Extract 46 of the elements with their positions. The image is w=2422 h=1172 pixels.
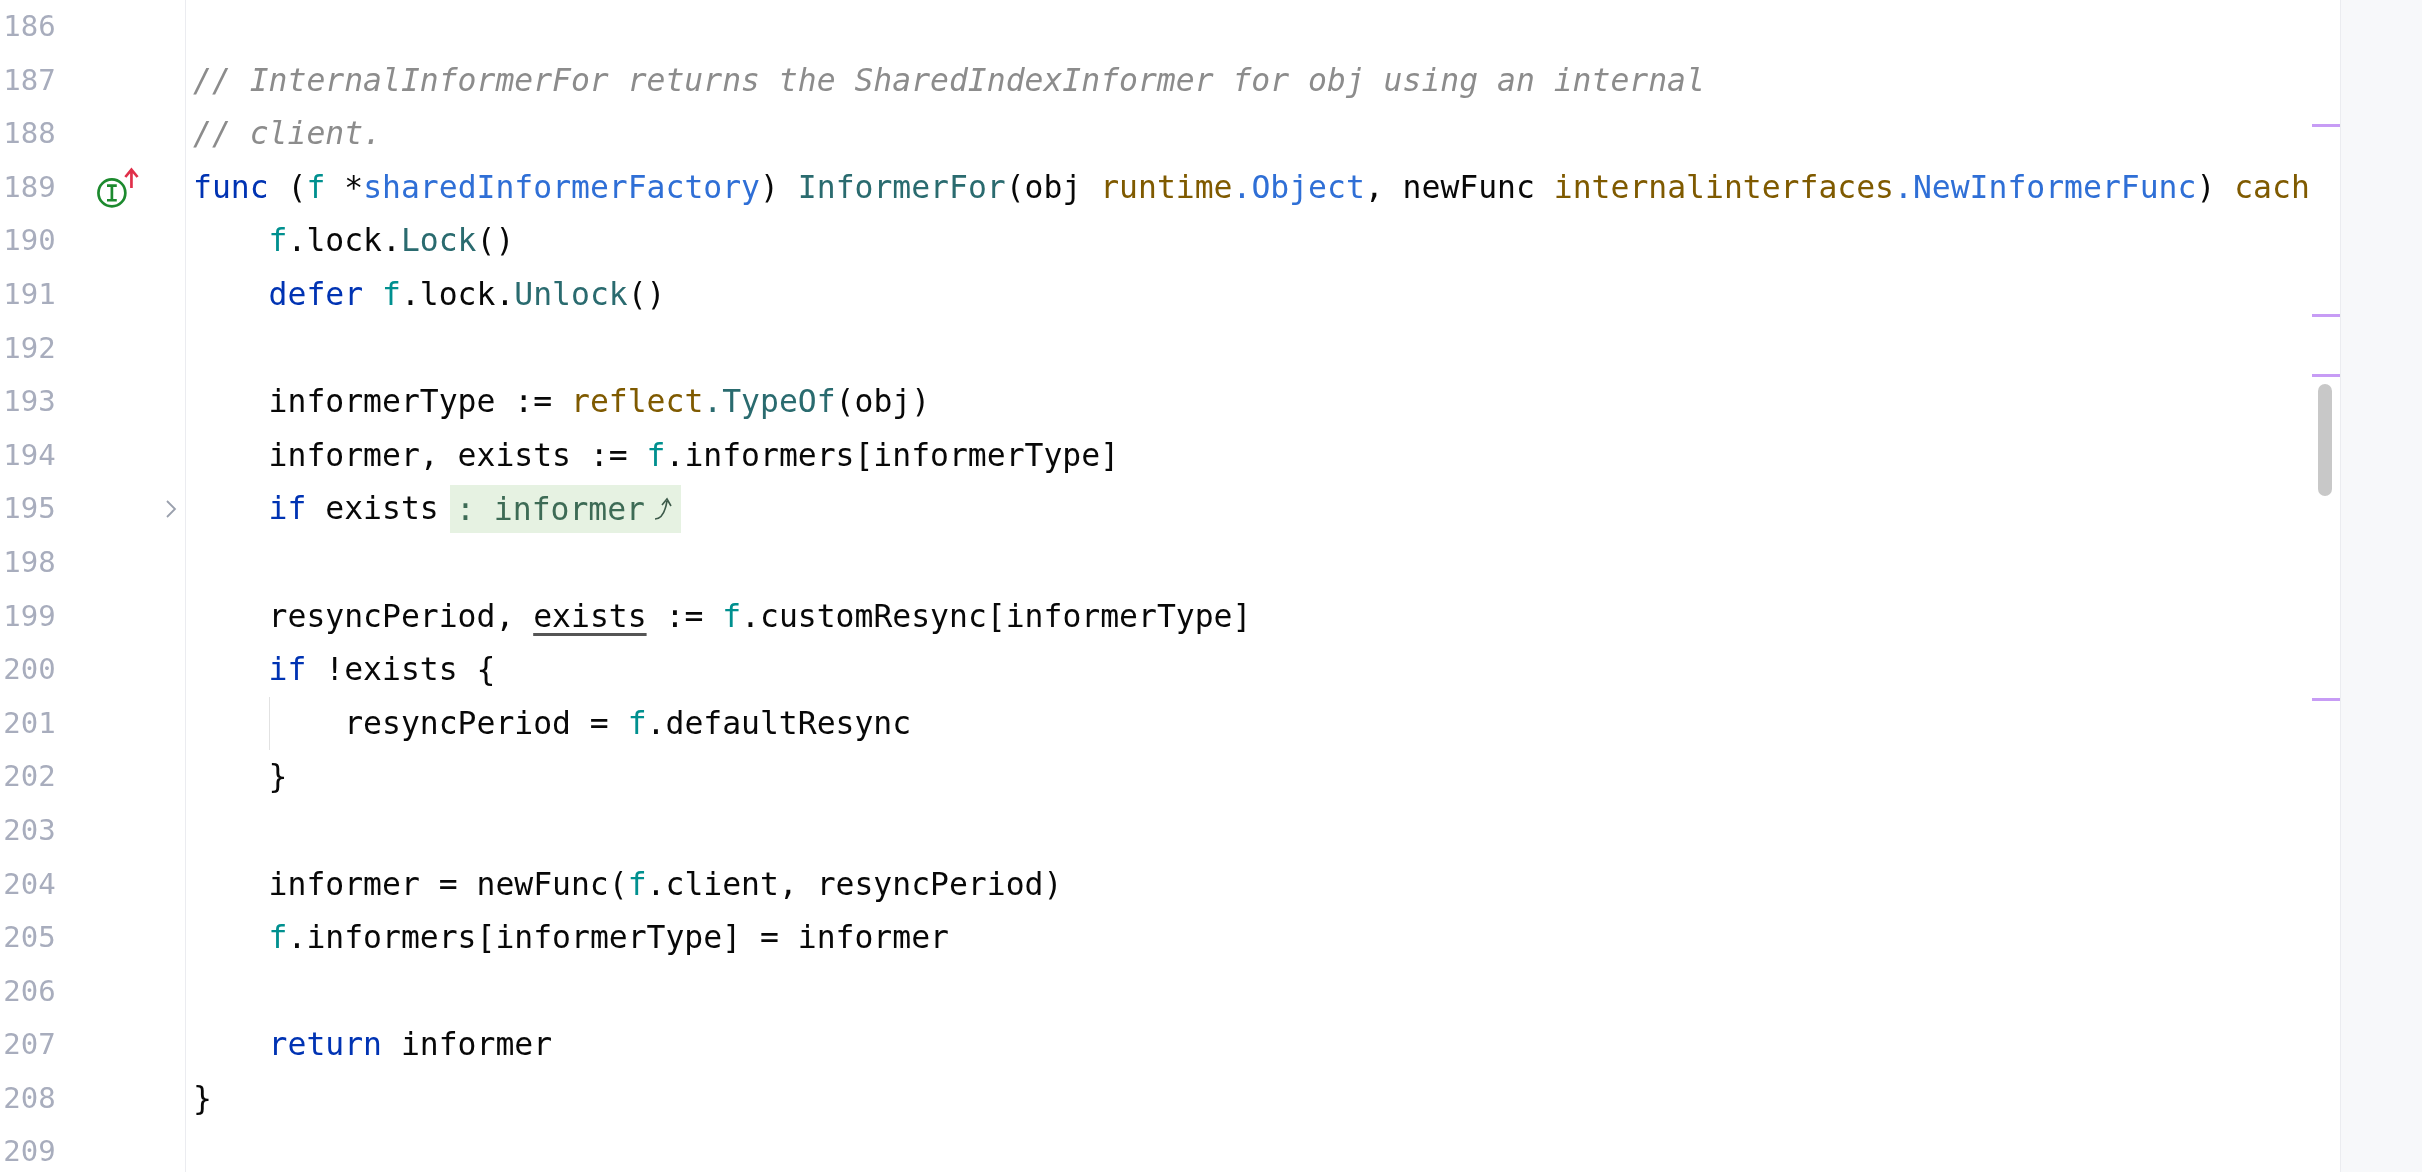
code-line: f.informers[informerType] = informer xyxy=(268,918,949,958)
line-number: 187 xyxy=(2,61,56,99)
code-line: } xyxy=(268,757,288,797)
line-number: 191 xyxy=(2,275,56,313)
line-number: 194 xyxy=(2,436,56,474)
folded-code-hint[interactable]: : informer xyxy=(450,485,682,534)
code-line: resyncPeriod = f.defaultResync xyxy=(344,703,912,743)
code-line: if exists xyxy=(268,489,439,529)
code-line: defer f.lock.Unlock() xyxy=(268,274,666,314)
line-number: 198 xyxy=(2,543,56,581)
line-number: 190 xyxy=(2,222,56,260)
line-number: 203 xyxy=(2,811,56,849)
line-number: 209 xyxy=(2,1133,56,1171)
scrollbar-thumb[interactable] xyxy=(2318,384,2332,496)
line-number: 195 xyxy=(2,490,56,528)
code-line: return informer xyxy=(268,1025,553,1065)
line-number: 208 xyxy=(2,1079,56,1117)
code-comment: // client. xyxy=(193,114,382,154)
stripe-mark[interactable] xyxy=(2312,314,2340,317)
code-line: } xyxy=(193,1078,212,1118)
code-line: resyncPeriod, exists := f.customResync[informerType] xyxy=(268,596,1252,636)
stripe-mark[interactable] xyxy=(2312,698,2340,701)
stripe-mark[interactable] xyxy=(2312,124,2340,127)
line-number: 207 xyxy=(2,1026,56,1064)
line-number: 200 xyxy=(2,651,56,689)
line-number: 201 xyxy=(2,704,56,742)
line-number: 186 xyxy=(2,8,56,45)
line-number: 199 xyxy=(2,597,56,635)
implementation-icon[interactable] xyxy=(95,166,140,209)
line-number: 188 xyxy=(2,115,56,153)
line-number: 193 xyxy=(2,383,56,421)
code-line: f.lock.Lock() xyxy=(268,221,515,261)
line-number: 205 xyxy=(2,919,56,957)
stripe-mark[interactable] xyxy=(2312,374,2340,377)
line-number: 192 xyxy=(2,329,56,367)
line-number: 202 xyxy=(2,758,56,796)
line-number: 204 xyxy=(2,865,56,903)
code-line: informerType := reflect.TypeOf(obj) xyxy=(268,382,931,422)
code-line: informer, exists := f.informers[informerType] xyxy=(268,435,1120,475)
code-line: if !exists { xyxy=(268,650,496,690)
line-number: 189 xyxy=(2,168,56,206)
code-comment: // InternalInformerFor returns the SharedIndexInformer for obj using an internal xyxy=(193,60,1705,100)
code-line: informer = newFunc(f.client, resyncPeriod) xyxy=(268,864,1063,904)
code-line: func (f *sharedInformerFactory) InformerFor(obj runtime.Object, newFunc internalinterfaces.NewInformerFunc) cach xyxy=(193,167,2310,207)
line-number: 206 xyxy=(2,972,56,1010)
chevron-right-icon[interactable] xyxy=(165,499,177,520)
